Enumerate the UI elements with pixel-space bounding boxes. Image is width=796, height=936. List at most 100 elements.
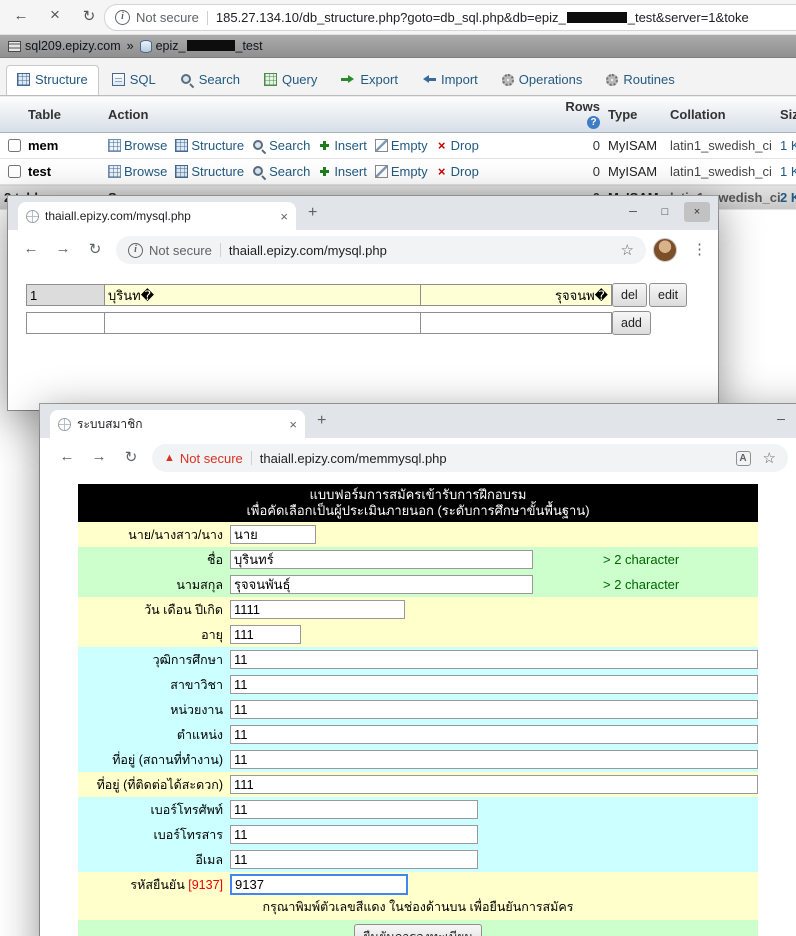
structure-link[interactable]: Structure	[175, 164, 244, 179]
major-field[interactable]	[230, 675, 758, 694]
drop-link[interactable]: Drop	[436, 138, 479, 153]
avatar[interactable]	[653, 238, 677, 262]
breadcrumb-server[interactable]: sql209.epizy.com	[8, 39, 121, 53]
table-name[interactable]: mem	[24, 133, 104, 159]
table-row-mem: mem Browse Structure Search Insert Empty…	[0, 133, 796, 159]
birthdate-field[interactable]	[230, 600, 405, 619]
organization-field[interactable]	[230, 700, 758, 719]
field-label: นามสกุล	[78, 575, 230, 595]
address-bar[interactable]: Not secure thaiall.epizy.com/memmysql.ph…	[152, 444, 788, 472]
contact-address-field[interactable]	[230, 775, 758, 794]
new-tab-icon[interactable]	[317, 413, 326, 429]
back-icon[interactable]	[56, 448, 78, 465]
page-content: del edit add insert : completely	[8, 270, 718, 410]
refresh-icon[interactable]	[78, 7, 100, 25]
structure-icon	[175, 165, 188, 178]
breadcrumb-database[interactable]: epiz__test	[140, 39, 263, 53]
edit-button[interactable]: edit	[649, 283, 687, 307]
empty-icon	[375, 139, 388, 152]
new-tab-icon[interactable]	[308, 205, 317, 221]
info-icon[interactable]	[115, 10, 130, 25]
back-icon[interactable]	[20, 240, 42, 257]
info-icon[interactable]	[128, 243, 143, 258]
verify-code-field[interactable]	[230, 874, 408, 895]
position-field[interactable]	[230, 725, 758, 744]
new-surname-field[interactable]	[420, 312, 612, 334]
address-bar[interactable]: Not secure thaiall.epizy.com/mysql.php	[116, 236, 646, 264]
pma-tab-operations[interactable]: Operations	[491, 65, 594, 95]
rows-help-icon[interactable]	[587, 116, 600, 129]
table-name[interactable]: test	[24, 159, 104, 185]
new-id-field[interactable]	[26, 312, 106, 334]
pma-tab-export[interactable]: Export	[330, 65, 409, 95]
table-type: MyISAM	[604, 133, 666, 159]
forward-icon[interactable]	[52, 240, 74, 257]
search-link[interactable]: Search	[252, 164, 310, 179]
browser-tab[interactable]: thaiall.epizy.com/mysql.php	[18, 202, 296, 230]
empty-link[interactable]: Empty	[375, 164, 428, 179]
name-title-field[interactable]	[230, 525, 316, 544]
back-icon[interactable]	[10, 7, 32, 24]
row-checkbox[interactable]	[8, 139, 21, 152]
browse-link[interactable]: Browse	[108, 138, 167, 153]
insert-link[interactable]: Insert	[318, 138, 367, 153]
email-field[interactable]	[230, 850, 478, 869]
search-link[interactable]: Search	[252, 138, 310, 153]
phone-field[interactable]	[230, 800, 478, 819]
pma-tab-sql[interactable]: SQL	[101, 65, 167, 95]
insert-link[interactable]: Insert	[318, 164, 367, 179]
address-bar[interactable]: Not secure 185.27.134.10/db_structure.ph…	[104, 4, 796, 31]
record-surname-field[interactable]	[420, 284, 612, 306]
tab-close-icon[interactable]	[280, 209, 288, 224]
column-header-type[interactable]: Type	[604, 96, 666, 133]
record-name-field[interactable]	[104, 284, 422, 306]
pma-tab-routines[interactable]: Routines	[595, 65, 685, 95]
star-icon[interactable]	[763, 449, 776, 467]
close-icon[interactable]	[684, 202, 710, 222]
del-button[interactable]: del	[612, 283, 647, 307]
education-field[interactable]	[230, 650, 758, 669]
row-checkbox[interactable]	[8, 165, 21, 178]
form-row: ชื่อ > 2 character	[78, 547, 758, 572]
pma-tab-search[interactable]: Search	[169, 65, 251, 95]
record-id-field[interactable]	[26, 284, 106, 306]
structure-link[interactable]: Structure	[175, 138, 244, 153]
favicon-globe-icon	[58, 418, 71, 431]
first-name-field[interactable]	[230, 550, 533, 569]
pma-tab-query[interactable]: Query	[253, 65, 328, 95]
submit-button[interactable]: ยืนยันการลงทะเบียน	[354, 924, 482, 936]
pma-tab-import[interactable]: Import	[411, 65, 489, 95]
column-header-collation[interactable]: Collation	[666, 96, 776, 133]
mysql-browser-window: thaiall.epizy.com/mysql.php Not secure t…	[8, 196, 718, 410]
drop-link[interactable]: Drop	[436, 164, 479, 179]
refresh-icon[interactable]	[120, 448, 142, 466]
column-header-rows[interactable]: Rows	[556, 96, 604, 133]
browser-tab[interactable]: ระบบสมาชิก	[50, 410, 305, 438]
refresh-icon[interactable]	[84, 240, 106, 258]
submit-row: ยืนยันการลงทะเบียน	[78, 920, 758, 936]
last-name-field[interactable]	[230, 575, 533, 594]
stop-icon[interactable]	[44, 5, 66, 25]
column-header-table[interactable]: Table	[24, 96, 104, 133]
maximize-icon[interactable]	[652, 202, 678, 222]
column-header-size[interactable]: Size	[776, 96, 796, 133]
form-row: ที่อยู่ (ที่ติดต่อได้สะดวก)	[78, 772, 758, 797]
verify-code-display: [9137]	[188, 878, 223, 892]
fax-field[interactable]	[230, 825, 478, 844]
pma-tab-structure[interactable]: Structure	[6, 65, 99, 95]
tab-close-icon[interactable]	[289, 417, 297, 432]
new-name-field[interactable]	[104, 312, 422, 334]
browse-link[interactable]: Browse	[108, 164, 167, 179]
empty-icon	[375, 165, 388, 178]
field-label: เบอร์โทรสาร	[78, 825, 230, 845]
add-button[interactable]: add	[612, 311, 651, 335]
star-icon[interactable]	[621, 241, 634, 259]
work-address-field[interactable]	[230, 750, 758, 769]
empty-link[interactable]: Empty	[375, 138, 428, 153]
minimize-icon[interactable]	[768, 410, 794, 430]
minimize-icon[interactable]	[620, 202, 646, 222]
menu-icon[interactable]	[692, 240, 707, 258]
forward-icon[interactable]	[88, 448, 110, 465]
age-field[interactable]	[230, 625, 301, 644]
translate-icon[interactable]	[736, 451, 751, 466]
